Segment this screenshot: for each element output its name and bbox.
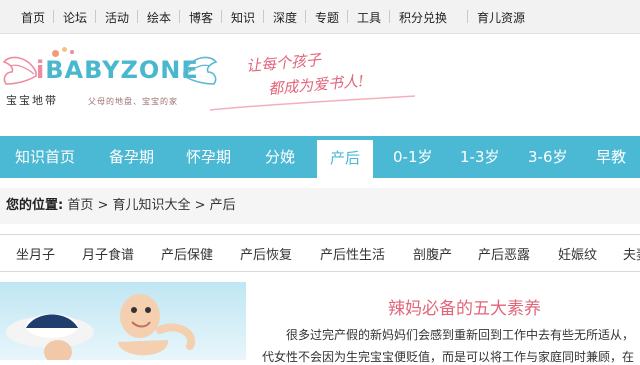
top-nav-home[interactable]: 首页 (21, 9, 45, 26)
top-nav-tools[interactable]: 工具 (357, 9, 381, 26)
slogan-line-1: 让每个孩子 (245, 50, 322, 76)
divider (389, 10, 390, 23)
tab-postpartum-care[interactable]: 产后保健 (161, 244, 213, 263)
logo-wordmark: iBABYZONE (36, 56, 199, 84)
right-wing-icon (183, 56, 218, 85)
divider (179, 10, 180, 23)
logo-dot (70, 50, 74, 54)
tab-stretch-marks[interactable]: 妊娠纹 (558, 244, 597, 263)
nav-pregnancy[interactable]: 怀孕期 (186, 136, 231, 178)
nav-childbirth[interactable]: 分娩 (265, 136, 295, 178)
tab-confinement[interactable]: 坐月子 (16, 244, 55, 263)
nav-pre-pregnancy[interactable]: 备孕期 (109, 136, 154, 178)
divider (467, 10, 468, 23)
divider (347, 10, 348, 23)
mother-baby-image (0, 282, 246, 360)
top-nav-points-exchange[interactable]: 积分兑换 (399, 9, 447, 26)
divider (137, 10, 138, 23)
tab-postpartum-recovery[interactable]: 产后恢复 (240, 244, 292, 263)
tab-lochia[interactable]: 产后恶露 (478, 244, 530, 263)
tab-c-section[interactable]: 剖腹产 (413, 244, 452, 263)
nav-early-education[interactable]: 早教 (596, 136, 626, 178)
slogan-swoosh-icon (210, 95, 416, 111)
top-nav-knowledge[interactable]: 知识 (231, 9, 255, 26)
nav-postpartum-active[interactable]: 产后 (317, 140, 373, 178)
top-nav-bar: 首页 论坛 活动 绘本 博客 知识 深度 专题 工具 积分兑换 育儿资源 (0, 0, 640, 34)
site-logo[interactable]: iBABYZONE 宝宝地带 父母的地盘、宝宝的家 让每个孩子 都成为爱书人! (0, 44, 420, 120)
tab-confinement-recipes[interactable]: 月子食谱 (82, 244, 134, 263)
logo-dot (62, 47, 67, 52)
nav-0-1-years[interactable]: 0-1岁 (393, 136, 433, 178)
logo-dot (52, 50, 59, 57)
breadcrumb-path[interactable]: 首页 > 育儿知识大全 > 产后 (67, 198, 235, 213)
top-nav-blog[interactable]: 博客 (189, 9, 213, 26)
breadcrumb-label: 您的位置: (6, 198, 64, 213)
breadcrumb: 您的位置: 首页 > 育儿知识大全 > 产后 (0, 188, 640, 224)
main-nav: 知识首页 备孕期 怀孕期 分娩 产后 0-1岁 1-3岁 3-6岁 早教 (0, 136, 640, 178)
tab-couple[interactable]: 夫妻 (623, 244, 640, 263)
top-nav-forum[interactable]: 论坛 (63, 9, 87, 26)
article-excerpt-line-2: 代女性不会因为生完宝宝便贬值，而是可以将工作与家庭同时兼顾，在 (262, 350, 635, 364)
sub-category-tabs: 坐月子 月子食谱 产后保健 产后恢复 产后性生活 剖腹产 产后恶露 妊娠纹 夫妻 (0, 234, 640, 272)
top-nav-topics[interactable]: 专题 (315, 9, 339, 26)
divider (53, 10, 54, 23)
article-photo[interactable] (0, 282, 246, 360)
top-nav-picture-books[interactable]: 绘本 (147, 9, 171, 26)
article-excerpt-line-1: 很多过完产假的新妈妈们会感到重新回到工作中去有些无所适从， (286, 328, 635, 342)
left-wing-icon (2, 56, 37, 85)
top-nav-depth[interactable]: 深度 (273, 9, 297, 26)
logo-tagline: 父母的地盘、宝宝的家 (88, 97, 178, 106)
nav-knowledge-home[interactable]: 知识首页 (15, 136, 75, 178)
divider (305, 10, 306, 23)
top-nav-parenting-resources[interactable]: 育儿资源 (477, 9, 525, 26)
divider (221, 10, 222, 23)
tab-postpartum-sex-life[interactable]: 产后性生活 (320, 244, 385, 263)
nav-3-6-years[interactable]: 3-6岁 (528, 136, 568, 178)
top-nav-events[interactable]: 活动 (105, 9, 129, 26)
divider (95, 10, 96, 23)
article-title[interactable]: 辣妈必备的五大素养 (388, 294, 541, 319)
divider (263, 10, 264, 23)
nav-1-3-years[interactable]: 1-3岁 (460, 136, 500, 178)
logo-cn-name: 宝宝地带 (6, 94, 58, 107)
